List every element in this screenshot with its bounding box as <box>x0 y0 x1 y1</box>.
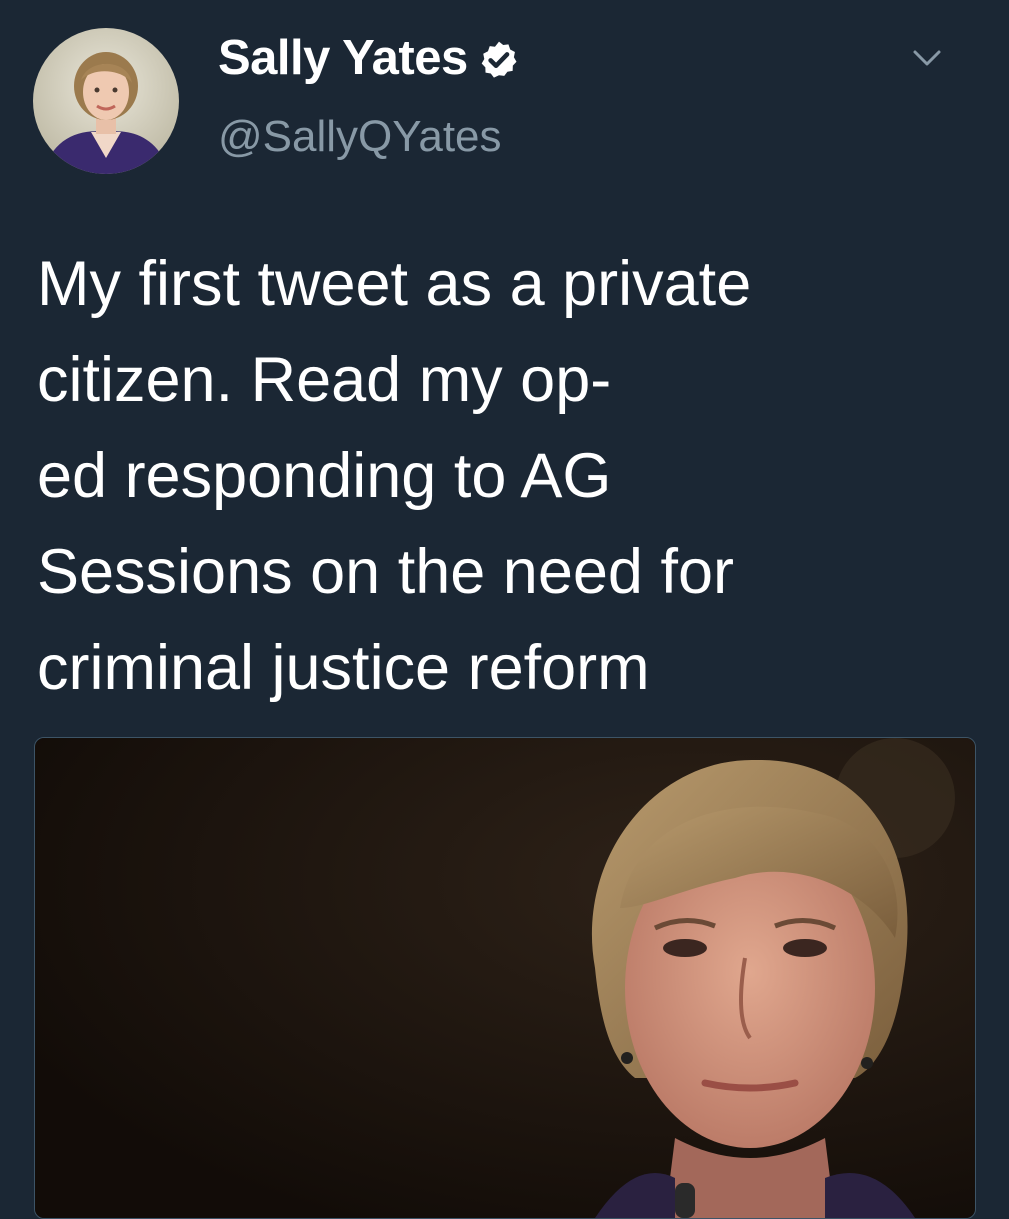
author-handle[interactable]: @SallyQYates <box>218 112 502 162</box>
tweet-card: Sally Yates @SallyQYates My first tweet … <box>0 0 1009 1219</box>
avatar[interactable] <box>33 28 179 174</box>
verified-badge-icon <box>478 37 520 79</box>
display-name-text: Sally Yates <box>218 31 468 85</box>
chevron-down-icon[interactable] <box>905 40 949 76</box>
media-photo[interactable] <box>34 737 976 1219</box>
tweet-text: My first tweet as a private citizen. Rea… <box>37 249 752 703</box>
author-display-name[interactable]: Sally Yates <box>218 30 520 86</box>
